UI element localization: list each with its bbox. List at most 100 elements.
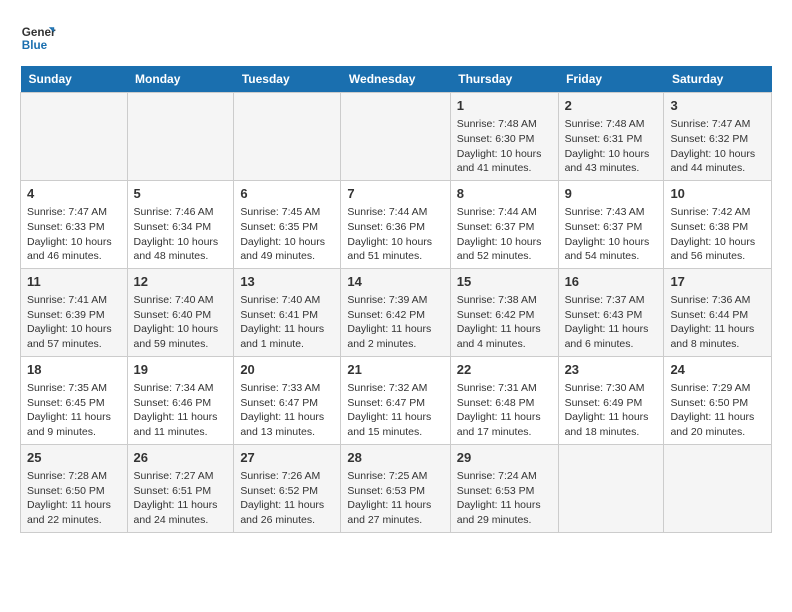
calendar-cell: 8 Sunrise: 7:44 AM Sunset: 6:37 PM Daylig… <box>450 180 558 268</box>
day-info: Sunrise: 7:44 AM Sunset: 6:37 PM Dayligh… <box>457 205 552 264</box>
calendar-cell: 20 Sunrise: 7:33 AM Sunset: 6:47 PM Dayli… <box>234 356 341 444</box>
day-info: Sunrise: 7:43 AM Sunset: 6:37 PM Dayligh… <box>565 205 658 264</box>
calendar-cell: 14 Sunrise: 7:39 AM Sunset: 6:42 PM Dayli… <box>341 268 450 356</box>
calendar-cell: 7 Sunrise: 7:44 AM Sunset: 6:36 PM Daylig… <box>341 180 450 268</box>
day-number: 28 <box>347 449 443 467</box>
calendar-cell: 24 Sunrise: 7:29 AM Sunset: 6:50 PM Dayli… <box>664 356 772 444</box>
day-info: Sunrise: 7:45 AM Sunset: 6:35 PM Dayligh… <box>240 205 334 264</box>
day-info: Sunrise: 7:48 AM Sunset: 6:30 PM Dayligh… <box>457 117 552 176</box>
day-number: 25 <box>27 449 121 467</box>
calendar-cell: 26Sunrise: 7:27 AM Sunset: 6:51 PM Dayli… <box>127 444 234 532</box>
logo-icon: General Blue <box>20 20 56 56</box>
day-info: Sunrise: 7:40 AM Sunset: 6:41 PM Dayligh… <box>240 293 334 352</box>
day-info: Sunrise: 7:39 AM Sunset: 6:42 PM Dayligh… <box>347 293 443 352</box>
day-number: 14 <box>347 273 443 291</box>
calendar-cell: 23 Sunrise: 7:30 AM Sunset: 6:49 PM Dayli… <box>558 356 664 444</box>
week-row-3: 11Sunrise: 7:41 AM Sunset: 6:39 PM Dayli… <box>21 268 772 356</box>
calendar-cell <box>341 93 450 181</box>
day-number: 2 <box>565 97 658 115</box>
calendar-cell: 10 Sunrise: 7:42 AM Sunset: 6:38 PM Dayli… <box>664 180 772 268</box>
day-number: 18 <box>27 361 121 379</box>
day-number: 9 <box>565 185 658 203</box>
day-info: Sunrise: 7:36 AM Sunset: 6:44 PM Dayligh… <box>670 293 765 352</box>
calendar-cell: 3 Sunrise: 7:47 AM Sunset: 6:32 PM Daylig… <box>664 93 772 181</box>
day-number: 3 <box>670 97 765 115</box>
day-info: Sunrise: 7:44 AM Sunset: 6:36 PM Dayligh… <box>347 205 443 264</box>
weekday-header-saturday: Saturday <box>664 66 772 93</box>
day-number: 6 <box>240 185 334 203</box>
calendar-cell: 22 Sunrise: 7:31 AM Sunset: 6:48 PM Dayli… <box>450 356 558 444</box>
week-row-4: 18 Sunrise: 7:35 AM Sunset: 6:45 PM Dayli… <box>21 356 772 444</box>
day-info: Sunrise: 7:24 AM Sunset: 6:53 PM Dayligh… <box>457 469 552 528</box>
calendar-table: SundayMondayTuesdayWednesdayThursdayFrid… <box>20 66 772 533</box>
day-number: 13 <box>240 273 334 291</box>
day-info: Sunrise: 7:34 AM Sunset: 6:46 PM Dayligh… <box>134 381 228 440</box>
calendar-cell <box>664 444 772 532</box>
day-info: Sunrise: 7:37 AM Sunset: 6:43 PM Dayligh… <box>565 293 658 352</box>
day-number: 7 <box>347 185 443 203</box>
week-row-5: 25 Sunrise: 7:28 AM Sunset: 6:50 PM Dayli… <box>21 444 772 532</box>
logo: General Blue <box>20 20 60 56</box>
weekday-header-sunday: Sunday <box>21 66 128 93</box>
day-info: Sunrise: 7:38 AM Sunset: 6:42 PM Dayligh… <box>457 293 552 352</box>
day-number: 26 <box>134 449 228 467</box>
calendar-cell: 16 Sunrise: 7:37 AM Sunset: 6:43 PM Dayli… <box>558 268 664 356</box>
day-info: Sunrise: 7:48 AM Sunset: 6:31 PM Dayligh… <box>565 117 658 176</box>
day-number: 17 <box>670 273 765 291</box>
day-info: Sunrise: 7:25 AM Sunset: 6:53 PM Dayligh… <box>347 469 443 528</box>
day-number: 4 <box>27 185 121 203</box>
day-number: 11 <box>27 273 121 291</box>
calendar-cell: 1Sunrise: 7:48 AM Sunset: 6:30 PM Daylig… <box>450 93 558 181</box>
day-info: Sunrise: 7:35 AM Sunset: 6:45 PM Dayligh… <box>27 381 121 440</box>
day-number: 29 <box>457 449 552 467</box>
calendar-cell: 15 Sunrise: 7:38 AM Sunset: 6:42 PM Dayli… <box>450 268 558 356</box>
day-number: 23 <box>565 361 658 379</box>
calendar-cell <box>558 444 664 532</box>
week-row-1: 1Sunrise: 7:48 AM Sunset: 6:30 PM Daylig… <box>21 93 772 181</box>
calendar-cell: 4Sunrise: 7:47 AM Sunset: 6:33 PM Daylig… <box>21 180 128 268</box>
day-number: 22 <box>457 361 552 379</box>
day-info: Sunrise: 7:47 AM Sunset: 6:32 PM Dayligh… <box>670 117 765 176</box>
day-info: Sunrise: 7:29 AM Sunset: 6:50 PM Dayligh… <box>670 381 765 440</box>
day-number: 21 <box>347 361 443 379</box>
calendar-cell: 6 Sunrise: 7:45 AM Sunset: 6:35 PM Daylig… <box>234 180 341 268</box>
calendar-cell: 21 Sunrise: 7:32 AM Sunset: 6:47 PM Dayli… <box>341 356 450 444</box>
calendar-cell: 2 Sunrise: 7:48 AM Sunset: 6:31 PM Daylig… <box>558 93 664 181</box>
day-info: Sunrise: 7:46 AM Sunset: 6:34 PM Dayligh… <box>134 205 228 264</box>
day-number: 8 <box>457 185 552 203</box>
day-number: 5 <box>134 185 228 203</box>
weekday-header-tuesday: Tuesday <box>234 66 341 93</box>
calendar-cell: 18 Sunrise: 7:35 AM Sunset: 6:45 PM Dayli… <box>21 356 128 444</box>
day-info: Sunrise: 7:28 AM Sunset: 6:50 PM Dayligh… <box>27 469 121 528</box>
calendar-cell: 28 Sunrise: 7:25 AM Sunset: 6:53 PM Dayli… <box>341 444 450 532</box>
day-info: Sunrise: 7:31 AM Sunset: 6:48 PM Dayligh… <box>457 381 552 440</box>
svg-text:Blue: Blue <box>22 39 48 52</box>
calendar-cell: 25 Sunrise: 7:28 AM Sunset: 6:50 PM Dayli… <box>21 444 128 532</box>
day-info: Sunrise: 7:30 AM Sunset: 6:49 PM Dayligh… <box>565 381 658 440</box>
calendar-cell <box>234 93 341 181</box>
calendar-cell: 17 Sunrise: 7:36 AM Sunset: 6:44 PM Dayli… <box>664 268 772 356</box>
calendar-cell: 27Sunrise: 7:26 AM Sunset: 6:52 PM Dayli… <box>234 444 341 532</box>
day-number: 24 <box>670 361 765 379</box>
weekday-header-row: SundayMondayTuesdayWednesdayThursdayFrid… <box>21 66 772 93</box>
calendar-cell <box>127 93 234 181</box>
weekday-header-friday: Friday <box>558 66 664 93</box>
day-number: 19 <box>134 361 228 379</box>
day-number: 20 <box>240 361 334 379</box>
week-row-2: 4Sunrise: 7:47 AM Sunset: 6:33 PM Daylig… <box>21 180 772 268</box>
calendar-cell: 12Sunrise: 7:40 AM Sunset: 6:40 PM Dayli… <box>127 268 234 356</box>
calendar-cell: 5 Sunrise: 7:46 AM Sunset: 6:34 PM Daylig… <box>127 180 234 268</box>
day-info: Sunrise: 7:32 AM Sunset: 6:47 PM Dayligh… <box>347 381 443 440</box>
weekday-header-monday: Monday <box>127 66 234 93</box>
calendar-cell: 13 Sunrise: 7:40 AM Sunset: 6:41 PM Dayli… <box>234 268 341 356</box>
calendar-cell <box>21 93 128 181</box>
calendar-cell: 11Sunrise: 7:41 AM Sunset: 6:39 PM Dayli… <box>21 268 128 356</box>
day-info: Sunrise: 7:33 AM Sunset: 6:47 PM Dayligh… <box>240 381 334 440</box>
day-info: Sunrise: 7:42 AM Sunset: 6:38 PM Dayligh… <box>670 205 765 264</box>
day-info: Sunrise: 7:26 AM Sunset: 6:52 PM Dayligh… <box>240 469 334 528</box>
day-number: 10 <box>670 185 765 203</box>
calendar-cell: 29 Sunrise: 7:24 AM Sunset: 6:53 PM Dayli… <box>450 444 558 532</box>
header: General Blue <box>20 20 772 56</box>
day-number: 15 <box>457 273 552 291</box>
day-number: 16 <box>565 273 658 291</box>
